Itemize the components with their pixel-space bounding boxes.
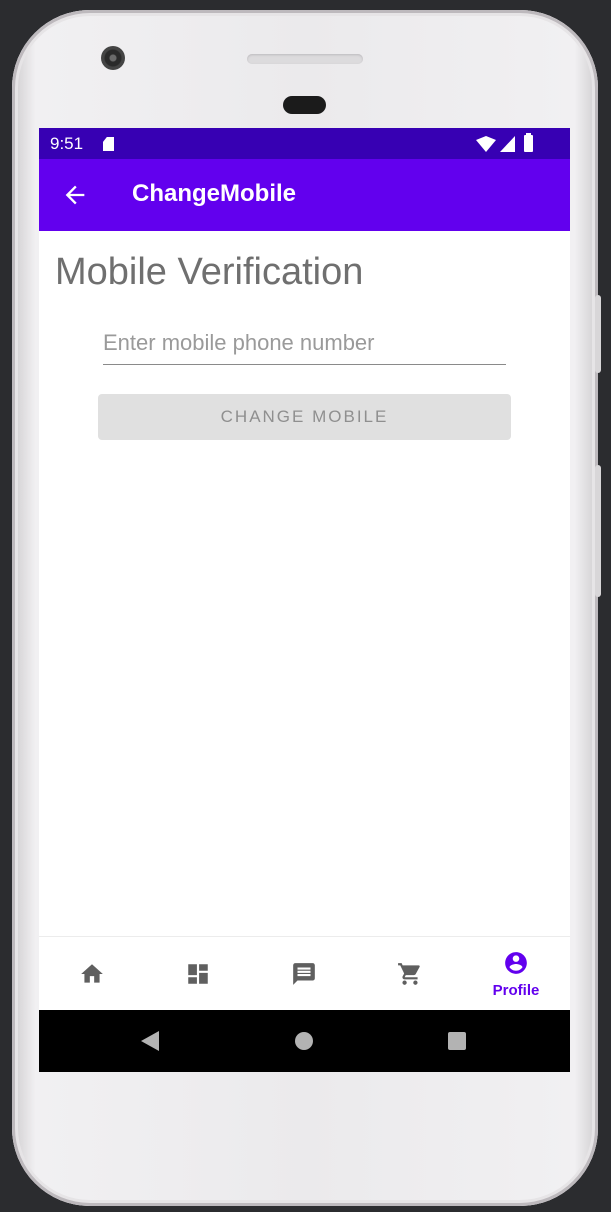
sd-card-icon bbox=[103, 137, 114, 151]
nav-item-messages[interactable] bbox=[251, 937, 357, 1011]
nav-item-home[interactable] bbox=[39, 937, 145, 1011]
back-arrow-icon[interactable] bbox=[61, 181, 89, 209]
profile-icon bbox=[505, 952, 527, 974]
nav-label-profile: Profile bbox=[492, 982, 540, 999]
cell-signal-icon bbox=[500, 136, 515, 152]
system-navigation-bar bbox=[39, 1010, 570, 1072]
front-camera bbox=[101, 46, 125, 70]
power-button bbox=[595, 295, 601, 373]
home-icon bbox=[81, 964, 103, 983]
page-heading: Mobile Verification bbox=[55, 251, 364, 293]
cart-icon bbox=[398, 963, 420, 985]
volume-button bbox=[595, 465, 601, 597]
system-home-icon[interactable] bbox=[295, 1032, 313, 1050]
status-time: 9:51 bbox=[50, 134, 84, 153]
change-mobile-button[interactable]: CHANGE MOBILE bbox=[98, 394, 511, 440]
proximity-sensor bbox=[283, 96, 326, 114]
app-bar: ChangeMobile bbox=[39, 159, 570, 231]
device-screen: 9:51 ChangeMobile Mobile Verification CH… bbox=[39, 128, 570, 1072]
earpiece-speaker bbox=[247, 54, 363, 64]
nav-item-cart[interactable] bbox=[357, 937, 463, 1011]
nav-item-dashboard[interactable] bbox=[145, 937, 251, 1011]
dashboard-icon bbox=[188, 964, 208, 984]
battery-icon bbox=[524, 133, 533, 152]
nav-item-profile[interactable]: Profile bbox=[463, 937, 569, 1011]
system-recents-icon[interactable] bbox=[448, 1032, 466, 1050]
message-icon bbox=[293, 963, 315, 985]
status-bar: 9:51 bbox=[39, 128, 570, 159]
app-bar-title: ChangeMobile bbox=[132, 180, 297, 207]
bottom-navigation: Profile bbox=[39, 936, 570, 1011]
system-back-icon[interactable] bbox=[141, 1031, 159, 1051]
wifi-icon bbox=[476, 136, 496, 152]
mobile-number-input[interactable] bbox=[103, 326, 506, 365]
